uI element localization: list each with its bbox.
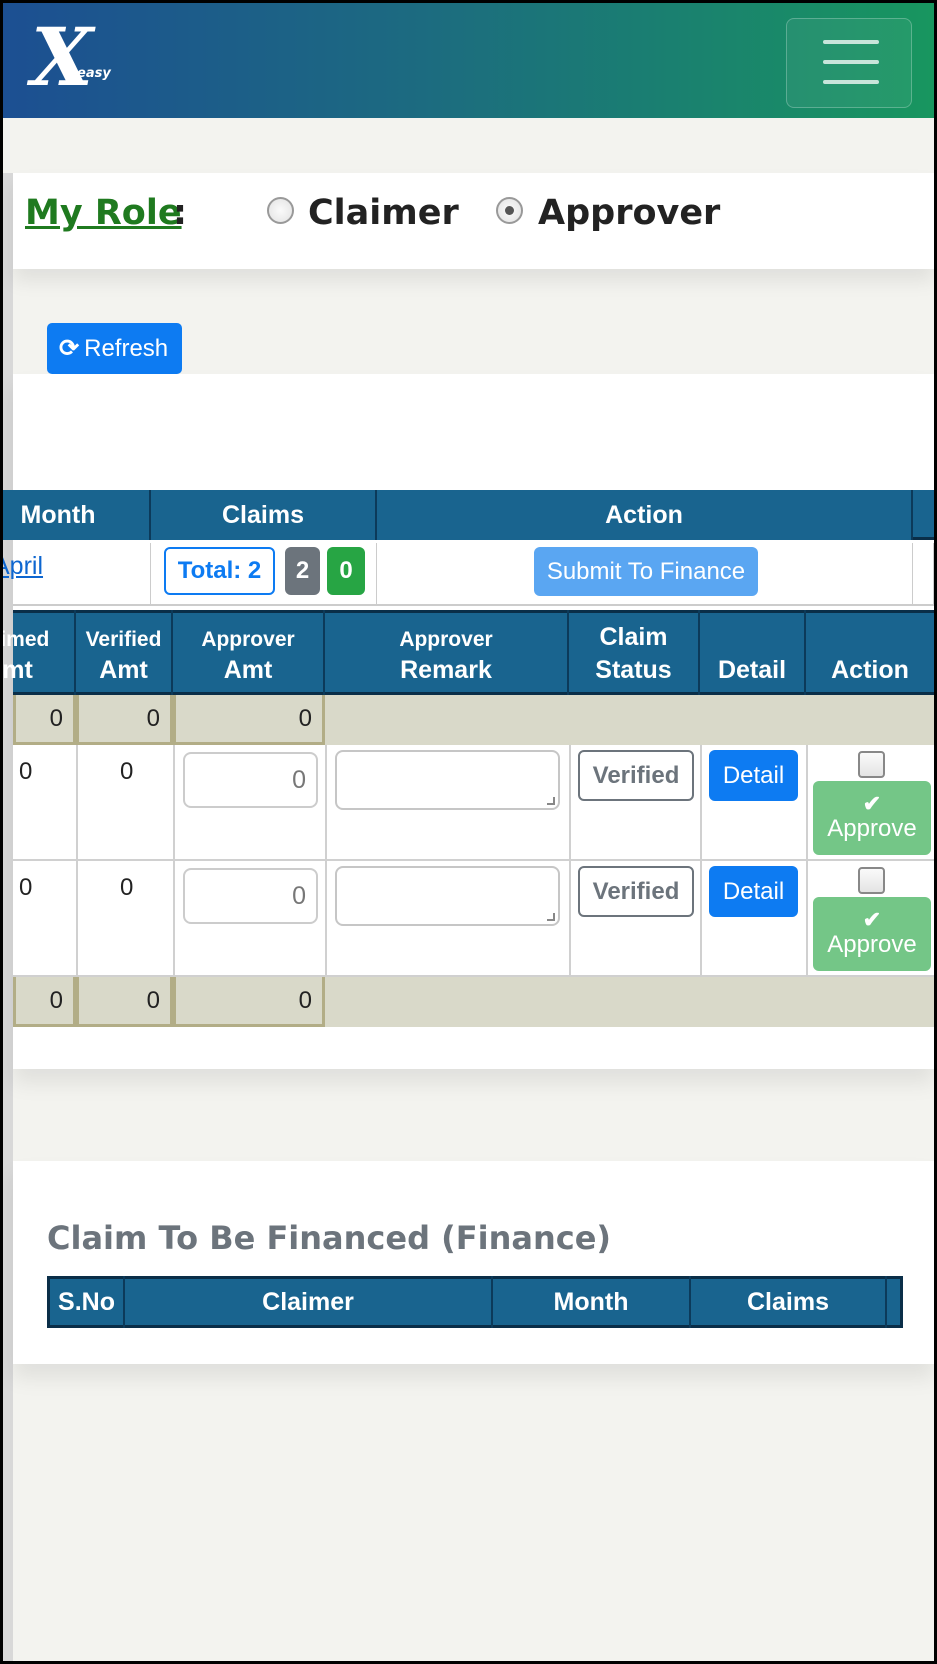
verified-amt: 0 — [120, 758, 134, 785]
approver-amt-input[interactable]: 0 — [183, 752, 318, 808]
logo-easy: easy — [77, 66, 111, 81]
claimed-amt: 0 — [19, 874, 33, 901]
summary-cell — [913, 543, 934, 606]
month-link-april[interactable]: April — [3, 552, 43, 581]
hamburger-menu-button[interactable] — [786, 18, 912, 108]
col-divider — [325, 745, 327, 977]
finance-col-month: Month — [493, 1276, 691, 1328]
col-approver-remark: Approver Remark — [325, 610, 569, 695]
submit-to-finance-button[interactable]: Submit To Finance — [534, 547, 758, 596]
col-claim-status: Claim Status — [569, 610, 700, 695]
total-approver-top: 0 — [173, 695, 325, 745]
col-claimed-amt: ClaimedAmt — [3, 610, 76, 695]
approve-button[interactable]: ✔ Approve — [813, 897, 931, 971]
approver-remark-input[interactable] — [335, 750, 560, 810]
col-divider — [76, 745, 78, 977]
refresh-icon: ⟳ — [59, 335, 80, 362]
total-verified-top: 0 — [76, 695, 173, 745]
total-claimed-bottom: 0 — [13, 977, 76, 1027]
verified-amt: 0 — [120, 874, 134, 901]
refresh-label: Refresh — [84, 334, 169, 362]
left-edge — [3, 173, 13, 1661]
hamburger-icon — [823, 80, 879, 84]
pending-count-badge: 2 — [285, 547, 320, 595]
finance-col-claimer: Claimer — [125, 1276, 493, 1328]
detail-button[interactable]: Detail — [709, 866, 798, 917]
col-action: Action — [831, 656, 909, 684]
finance-col-claims: Claims — [691, 1276, 887, 1328]
detail-button[interactable]: Detail — [709, 750, 798, 801]
check-icon: ✔ — [862, 791, 882, 816]
radio-claimer-label[interactable]: Claimer — [308, 193, 459, 233]
col-approver-amt: Approver Amt — [173, 610, 325, 695]
col-verified-amt: Verified Amt — [76, 610, 173, 695]
total-approver-bottom: 0 — [173, 977, 325, 1027]
app-frame: X easy My Role : Claimer Approver ⟳ Refr… — [3, 3, 934, 1661]
top-navbar: X easy — [3, 3, 934, 118]
logo-x: X — [31, 10, 94, 104]
status-verified-button[interactable]: Verified — [578, 866, 694, 917]
role-colon: : — [173, 193, 187, 233]
approve-button[interactable]: ✔ Approve — [813, 781, 931, 855]
total-claimed-top: 0 — [13, 695, 76, 745]
summary-col-claims: Claims — [151, 490, 377, 540]
total-claims-badge: Total: 2 — [164, 547, 275, 595]
approve-label: Approve — [827, 931, 917, 958]
radio-approver-label[interactable]: Approver — [538, 193, 720, 233]
approver-remark-input[interactable] — [335, 866, 560, 926]
finance-col-sno: S.No — [50, 1276, 125, 1328]
radio-claimer[interactable] — [267, 197, 294, 224]
summary-col-action: Action — [377, 490, 913, 540]
check-icon: ✔ — [862, 907, 882, 932]
col-detail: Detail — [700, 610, 806, 695]
approved-count-badge: 0 — [327, 547, 365, 595]
finance-panel — [13, 1161, 934, 1364]
claimed-amt: 0 — [19, 758, 33, 785]
col-divider — [173, 745, 175, 977]
hamburger-icon — [823, 60, 879, 64]
approve-checkbox[interactable] — [858, 751, 885, 778]
role-selector-bar: My Role : Claimer Approver — [13, 173, 934, 269]
col-divider — [700, 745, 702, 977]
status-verified-button[interactable]: Verified — [578, 750, 694, 801]
xeasy-logo[interactable]: X easy — [31, 17, 121, 97]
refresh-button[interactable]: ⟳ Refresh — [47, 323, 182, 374]
approve-label: Approve — [827, 815, 917, 842]
radio-approver[interactable] — [496, 197, 523, 224]
my-role-label[interactable]: My Role — [25, 193, 182, 233]
approve-checkbox[interactable] — [858, 867, 885, 894]
finance-section-title: Claim To Be Financed (Finance) — [47, 1219, 612, 1257]
col-divider — [806, 745, 808, 977]
col-divider — [569, 745, 571, 977]
approver-amt-input[interactable]: 0 — [183, 868, 318, 924]
hamburger-icon — [823, 40, 879, 44]
summary-col-month: Month — [3, 490, 151, 540]
total-verified-bottom: 0 — [76, 977, 173, 1027]
